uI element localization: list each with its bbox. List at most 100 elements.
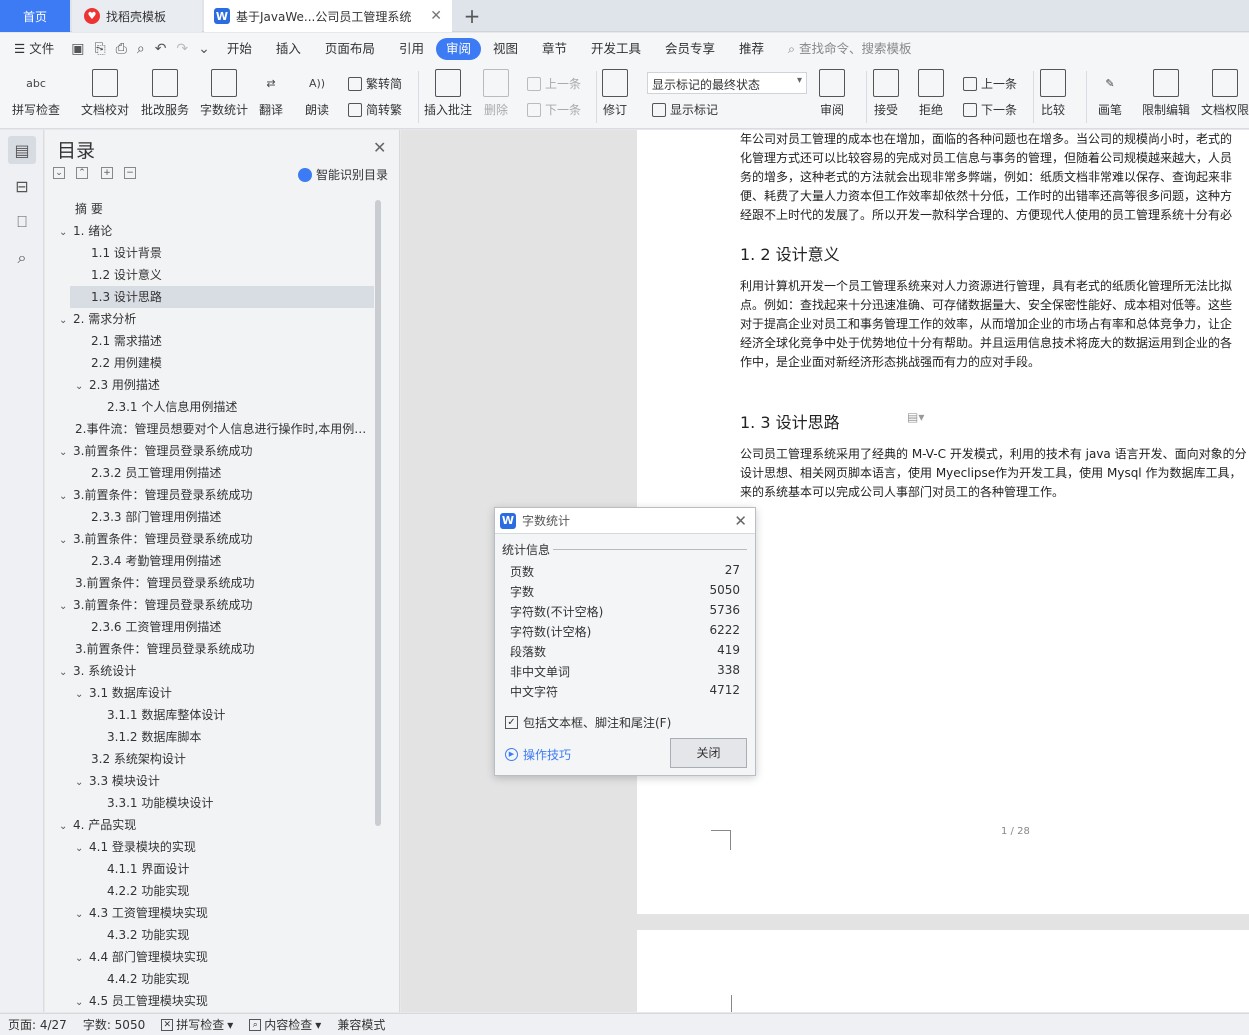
toc-item[interactable]: 2.3.1 个人信息用例描述 <box>45 396 375 418</box>
chapter-nav-icon[interactable]: ⊟ <box>8 172 36 200</box>
toc-item[interactable]: 2.2 用例建模 <box>45 352 375 374</box>
toc-item[interactable]: ⌄ 3.前置条件：管理员登录系统成功 <box>45 484 375 506</box>
save-icon[interactable]: ▣ <box>66 41 89 57</box>
toc-item[interactable]: ⌄ 4.1 登录模块的实现 <box>45 836 375 858</box>
menu-recommend[interactable]: 推荐 <box>727 38 776 60</box>
collapse-all-icon[interactable]: ⌄ <box>53 167 65 179</box>
toc-item[interactable]: 2.3.3 部门管理用例描述 <box>45 506 375 528</box>
tab-home[interactable]: 首页 <box>0 0 70 32</box>
compare-button[interactable]: 比较 <box>1040 69 1066 118</box>
toc-item[interactable]: 摘 要 <box>45 198 375 220</box>
toc-item[interactable]: ⌄ 4.3 工资管理模块实现 <box>45 902 375 924</box>
chevron-down-icon[interactable]: ⌄ <box>75 904 89 924</box>
expand-up-icon[interactable]: ⌃ <box>76 167 88 179</box>
page-indicator[interactable]: 页面: 4/27 <box>0 1016 75 1033</box>
menu-reference[interactable]: 引用 <box>387 38 436 60</box>
toc-item[interactable]: 2.3.4 考勤管理用例描述 <box>45 550 375 572</box>
dialog-titlebar[interactable]: W 字数统计 ✕ <box>495 508 755 534</box>
chevron-down-icon[interactable]: ⌄ <box>59 530 73 550</box>
markup-state-select[interactable]: 显示标记的最终状态 <box>647 72 807 94</box>
chevron-down-icon[interactable]: ⌄ <box>75 992 89 1012</box>
toc-item[interactable]: 4.4.2 功能实现 <box>45 968 375 990</box>
menu-review[interactable]: 审阅 <box>435 38 481 60</box>
toc-item[interactable]: 2.3.2 员工管理用例描述 <box>45 462 375 484</box>
more-icon[interactable]: ⌄ <box>193 41 215 57</box>
toc-panel-icon[interactable]: ▤ <box>8 136 36 164</box>
toc-item[interactable]: 4.2.2 功能实现 <box>45 880 375 902</box>
menu-view[interactable]: 视图 <box>481 38 530 60</box>
toc-item[interactable]: 4.1.1 界面设计 <box>45 858 375 880</box>
new-tab-button[interactable]: + <box>458 0 486 32</box>
accept-button[interactable]: 接受 <box>873 69 899 118</box>
export-icon[interactable]: ⎘ <box>89 41 110 57</box>
add-heading-icon[interactable]: + <box>101 167 113 179</box>
prev-change-button[interactable]: 上一条 <box>963 75 1017 92</box>
chevron-down-icon[interactable]: ⌄ <box>59 442 73 462</box>
preview-icon[interactable]: ⌕ <box>132 41 150 57</box>
document-page-next[interactable] <box>637 930 1249 1012</box>
reject-button[interactable]: 拒绝 <box>918 69 944 118</box>
menu-developer[interactable]: 开发工具 <box>579 38 653 60</box>
redo-icon[interactable]: ↷ <box>171 41 193 57</box>
include-textbox-checkbox[interactable]: ✓ 包括文本框、脚注和尾注(F) <box>505 714 671 731</box>
content-check-toggle[interactable]: ⌕ 内容检查 ▾ <box>241 1016 329 1033</box>
menu-chapter[interactable]: 章节 <box>530 38 579 60</box>
read-aloud-button[interactable]: A)) 朗读 <box>304 69 330 118</box>
remove-heading-icon[interactable]: − <box>124 167 136 179</box>
chevron-down-icon[interactable]: ⌄ <box>75 948 89 968</box>
chevron-down-icon[interactable]: ⌄ <box>75 772 89 792</box>
close-button[interactable]: 关闭 <box>670 738 747 768</box>
chevron-down-icon[interactable]: ⌄ <box>59 222 73 242</box>
search-icon[interactable]: ⌕ <box>8 244 36 272</box>
restrict-edit-button[interactable]: 限制编辑 <box>1142 69 1190 118</box>
menu-layout[interactable]: 页面布局 <box>313 38 387 60</box>
toc-item[interactable]: ⌄ 1. 绪论 <box>45 220 375 242</box>
trad-to-simp-button[interactable]: 繁转简 <box>348 75 402 92</box>
tab-document[interactable]: W 基于JavaWe...公司员工管理系统 ✕ <box>204 0 452 32</box>
revise-button[interactable]: 修订 <box>602 69 628 118</box>
review-pane-button[interactable]: 审阅 <box>819 69 845 118</box>
toc-item[interactable]: ⌄ 4.4 部门管理模块实现 <box>45 946 375 968</box>
toc-item[interactable]: 3.3.1 功能模块设计 <box>45 792 375 814</box>
bookmark-icon[interactable]: ⎕ <box>8 208 36 236</box>
toc-item[interactable]: ⌄ 3.1 数据库设计 <box>45 682 375 704</box>
toc-item[interactable]: ⌄ 4.5 员工管理模块实现 <box>45 990 375 1012</box>
spell-check-button[interactable]: abc 拼写检查 <box>12 69 60 118</box>
toc-item[interactable]: 2.1 需求描述 <box>45 330 375 352</box>
chevron-down-icon[interactable]: ⌄ <box>75 684 89 704</box>
file-menu[interactable]: ☰ 文件 <box>0 38 66 60</box>
prev-comment-button[interactable]: 上一条 <box>527 75 581 92</box>
toc-item[interactable]: 3.2 系统架构设计 <box>45 748 375 770</box>
toc-item[interactable]: 2.3.6 工资管理用例描述 <box>45 616 375 638</box>
toc-item[interactable]: ⌄ 3.前置条件：管理员登录系统成功 <box>45 440 375 462</box>
toc-item[interactable]: ⌄ 3. 系统设计 <box>45 660 375 682</box>
toc-item[interactable]: 2.事件流：管理员想要对个人信息进行操作时,本用例开始执行 <box>45 418 375 440</box>
close-icon[interactable]: ✕ <box>373 138 386 157</box>
toc-item[interactable]: ⌄ 2.3 用例描述 <box>45 374 375 396</box>
toc-item[interactable]: ⌄ 3.前置条件：管理员登录系统成功 <box>45 594 375 616</box>
toc-item[interactable]: 3.前置条件：管理员登录系统成功 <box>45 572 375 594</box>
command-search[interactable]: ⌕ 查找命令、搜索模板 <box>776 38 924 60</box>
toc-item[interactable]: 4.3.2 功能实现 <box>45 924 375 946</box>
ink-button[interactable]: ✎ 画笔 <box>1097 69 1123 118</box>
insert-comment-button[interactable]: 插入批注 <box>424 69 472 118</box>
next-comment-button[interactable]: 下一条 <box>527 101 581 118</box>
close-tab-icon[interactable]: ✕ <box>430 8 442 24</box>
paragraph-menu-icon[interactable]: ▤▾ <box>907 410 924 424</box>
toc-item[interactable]: ⌄ 4. 产品实现 <box>45 814 375 836</box>
chevron-down-icon[interactable]: ⌄ <box>59 816 73 836</box>
translate-button[interactable]: ⇄ 翻译 <box>258 69 284 118</box>
chevron-down-icon[interactable]: ⌄ <box>75 838 89 858</box>
spell-check-toggle[interactable]: ✕ 拼写检查 ▾ <box>153 1016 241 1033</box>
doc-proof-button[interactable]: 文档校对 <box>81 69 129 118</box>
chevron-down-icon[interactable]: ⌄ <box>75 376 89 396</box>
menu-insert[interactable]: 插入 <box>264 38 313 60</box>
menu-member[interactable]: 会员专享 <box>653 38 727 60</box>
show-markup-button[interactable]: 显示标记 <box>652 101 718 118</box>
batch-service-button[interactable]: 批改服务 <box>141 69 189 118</box>
close-icon[interactable]: ✕ <box>734 512 747 530</box>
smart-toc-button[interactable]: 智能识别目录 <box>298 166 388 183</box>
toc-item[interactable]: ⌄ 3.前置条件：管理员登录系统成功 <box>45 528 375 550</box>
chevron-down-icon[interactable]: ⌄ <box>59 310 73 330</box>
toc-scrollbar[interactable] <box>375 200 381 826</box>
